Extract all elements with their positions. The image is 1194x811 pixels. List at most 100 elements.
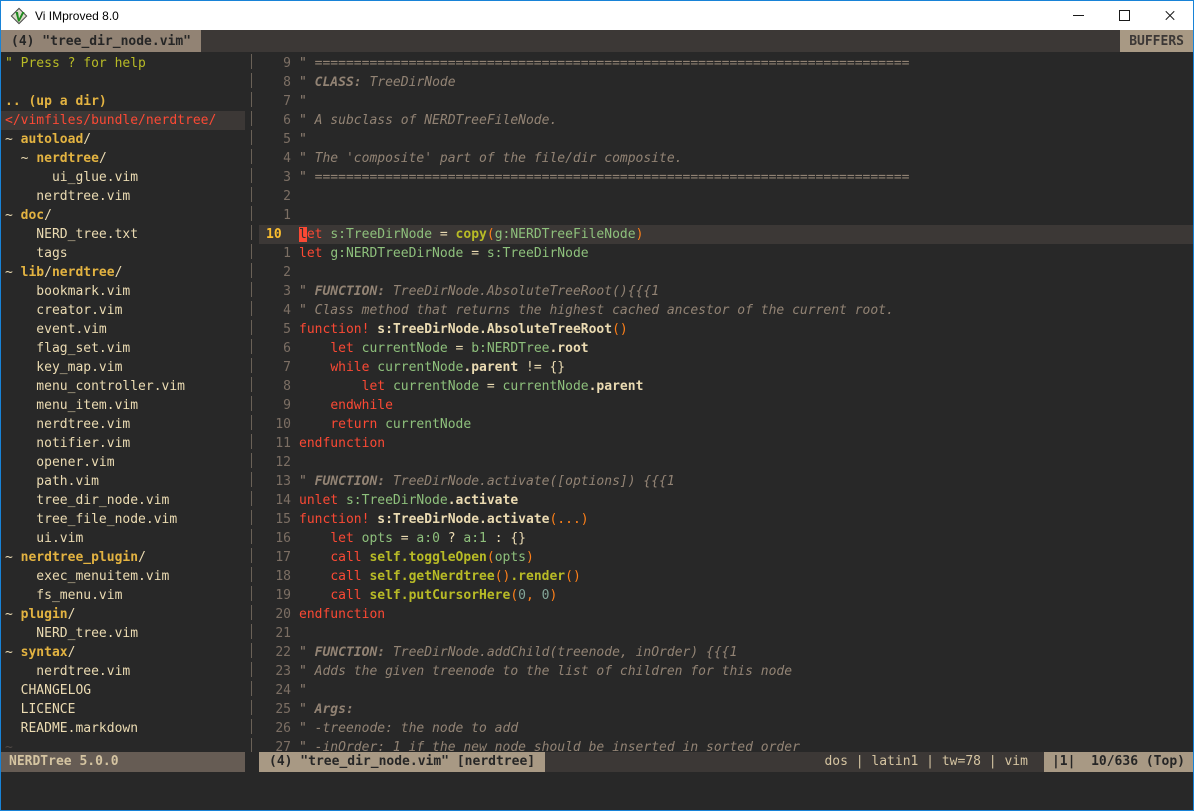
code-line-current[interactable]: 10let s:TreeDirNode = copy(g:NERDTreeFil… [259,225,1193,244]
tree-item[interactable]: tree_file_node.vim [1,510,245,529]
tree-item[interactable]: ~ doc/ [1,206,245,225]
tree-item[interactable]: " Press ? for help [1,54,245,73]
status-bar: NERDTree 5.0.0 (4) "tree_dir_node.vim" [… [1,752,1193,772]
tree-item[interactable]: ~ [1,738,245,752]
code-line[interactable]: 2 [259,187,1193,206]
tree-item[interactable]: CHANGELOG [1,681,245,700]
line-number: 7 [259,358,291,377]
code-line[interactable]: 14unlet s:TreeDirNode.activate [259,491,1193,510]
code-line[interactable]: 9" =====================================… [259,54,1193,73]
code-line[interactable]: 3" FUNCTION: TreeDirNode.AbsoluteTreeRoo… [259,282,1193,301]
code-line[interactable]: 26" -treenode: the node to add [259,719,1193,738]
code-line[interactable]: 11endfunction [259,434,1193,453]
code-line[interactable]: 25" Args: [259,700,1193,719]
code-line[interactable]: 20endfunction [259,605,1193,624]
tree-item[interactable]: ui_glue.vim [1,168,245,187]
minimize-icon [1073,15,1084,16]
tree-item[interactable]: nerdtree.vim [1,187,245,206]
code-line[interactable]: 27" -inOrder: 1 if the new node should b… [259,738,1193,752]
vim-window: Vi IMproved 8.0 (4) "tree_dir_node.vim" … [0,0,1194,811]
tree-item[interactable]: .. (up a dir) [1,92,245,111]
tree-item[interactable]: ~ plugin/ [1,605,245,624]
tree-item[interactable]: ~ lib/nerdtree/ [1,263,245,282]
code-line[interactable]: 13" FUNCTION: TreeDirNode.activate([opti… [259,472,1193,491]
line-number: 22 [259,643,291,662]
code-line[interactable]: 10 return currentNode [259,415,1193,434]
tree-item[interactable]: fs_menu.vim [1,586,245,605]
line-number: 12 [259,453,291,472]
tree-item[interactable]: key_map.vim [1,358,245,377]
code-line[interactable]: 3" =====================================… [259,168,1193,187]
tree-item[interactable]: menu_item.vim [1,396,245,415]
tree-item[interactable]: event.vim [1,320,245,339]
close-button[interactable] [1147,1,1193,30]
code-text: " The 'composite' part of the file/dir c… [299,149,683,168]
tree-item[interactable]: LICENCE [1,700,245,719]
code-line[interactable]: 6 let currentNode = b:NERDTree.root [259,339,1193,358]
code-line[interactable]: 1let g:NERDTreeDirNode = s:TreeDirNode [259,244,1193,263]
code-line[interactable]: 19 call self.putCursorHere(0, 0) [259,586,1193,605]
code-line[interactable]: 24" [259,681,1193,700]
tree-item[interactable]: ~ nerdtree_plugin/ [1,548,245,567]
tree-item[interactable]: flag_set.vim [1,339,245,358]
tree-item[interactable]: opener.vim [1,453,245,472]
line-number: 7 [259,92,291,111]
minimize-button[interactable] [1055,1,1101,30]
code-line[interactable]: 1 [259,206,1193,225]
code-buffer[interactable]: 9" =====================================… [259,52,1193,752]
tree-item[interactable]: ~ syntax/ [1,643,245,662]
line-number: 20 [259,605,291,624]
tree-item[interactable] [1,73,245,92]
line-number: 3 [259,168,291,187]
nerdtree-sidebar[interactable]: " Press ? for help .. (up a dir)</vimfile… [1,52,245,752]
tree-item[interactable]: nerdtree.vim [1,415,245,434]
tree-item[interactable]: path.vim [1,472,245,491]
code-line[interactable]: 5" [259,130,1193,149]
tree-item[interactable]: tags [1,244,245,263]
code-line[interactable]: 22" FUNCTION: TreeDirNode.addChild(treen… [259,643,1193,662]
line-number: 5 [259,130,291,149]
code-line[interactable]: 2 [259,263,1193,282]
code-text: " [299,92,307,111]
active-buffer-tab[interactable]: (4) "tree_dir_node.vim" [1,30,201,52]
tree-item[interactable]: bookmark.vim [1,282,245,301]
editor-area: " Press ? for help .. (up a dir)</vimfile… [1,52,1193,752]
tree-item[interactable]: NERD_tree.vim [1,624,245,643]
tree-item[interactable]: ~ autoload/ [1,130,245,149]
code-line[interactable]: 23" Adds the given treenode to the list … [259,662,1193,681]
vertical-split-separator[interactable] [245,52,259,752]
code-text: let currentNode = currentNode.parent [299,377,643,396]
code-line[interactable]: 8 let currentNode = currentNode.parent [259,377,1193,396]
line-number: 1 [259,244,291,263]
code-text: " -treenode: the node to add [299,719,518,738]
code-line[interactable]: 21 [259,624,1193,643]
code-text: " -inOrder: 1 if the new node should be … [299,738,800,752]
tree-item[interactable]: menu_controller.vim [1,377,245,396]
tree-item[interactable]: NERD_tree.txt [1,225,245,244]
code-line[interactable]: 4" The 'composite' part of the file/dir … [259,149,1193,168]
code-line[interactable]: 7" [259,92,1193,111]
code-line[interactable]: 7 while currentNode.parent != {} [259,358,1193,377]
tree-item[interactable]: </vimfiles/bundle/nerdtree/ [1,111,245,130]
line-number: 2 [259,263,291,282]
code-line[interactable]: 8" CLASS: TreeDirNode [259,73,1193,92]
tree-item[interactable]: ~ nerdtree/ [1,149,245,168]
code-line[interactable]: 17 call self.toggleOpen(opts) [259,548,1193,567]
code-line[interactable]: 15function! s:TreeDirNode.activate(...) [259,510,1193,529]
line-number: 4 [259,301,291,320]
tree-item[interactable]: README.markdown [1,719,245,738]
code-line[interactable]: 12 [259,453,1193,472]
code-line[interactable]: 18 call self.getNerdtree().render() [259,567,1193,586]
code-line[interactable]: 16 let opts = a:0 ? a:1 : {} [259,529,1193,548]
code-line[interactable]: 5function! s:TreeDirNode.AbsoluteTreeRoo… [259,320,1193,339]
tree-item[interactable]: exec_menuitem.vim [1,567,245,586]
tree-item[interactable]: notifier.vim [1,434,245,453]
code-line[interactable]: 6" A subclass of NERDTreeFileNode. [259,111,1193,130]
tree-item[interactable]: ui.vim [1,529,245,548]
maximize-button[interactable] [1101,1,1147,30]
tree-item[interactable]: tree_dir_node.vim [1,491,245,510]
code-line[interactable]: 4" Class method that returns the highest… [259,301,1193,320]
code-line[interactable]: 9 endwhile [259,396,1193,415]
tree-item[interactable]: nerdtree.vim [1,662,245,681]
tree-item[interactable]: creator.vim [1,301,245,320]
